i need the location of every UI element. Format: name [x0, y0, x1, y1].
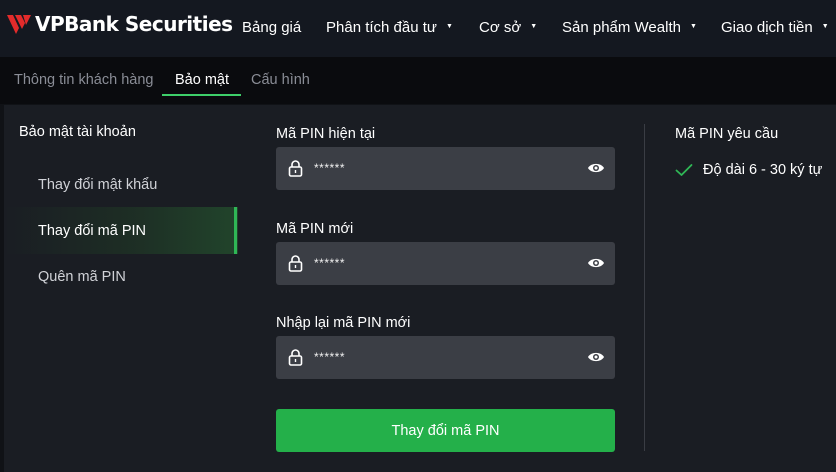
eye-icon[interactable]: [587, 350, 605, 364]
tab-thong-tin-khach-hang[interactable]: Thông tin khách hàng: [14, 72, 153, 88]
new-pin-label: Mã PIN mới: [276, 221, 354, 237]
change-pin-button[interactable]: Thay đổi mã PIN: [276, 409, 615, 452]
nav-label: Cơ sở: [479, 19, 522, 36]
top-navbar: VPBank Securities Bảng giá Phân tích đầu…: [0, 0, 836, 57]
nav-giao-dich-tien[interactable]: Giao dịch tiền ▼: [721, 19, 829, 36]
eye-icon[interactable]: [587, 161, 605, 175]
lock-icon: [288, 160, 303, 177]
sidebar-item-quen-ma-pin[interactable]: Quên mã PIN: [38, 269, 126, 285]
sidebar-active-indicator: [234, 207, 237, 254]
account-tabs: Thông tin khách hàng Bảo mật Cấu hình: [0, 57, 836, 104]
lock-icon: [288, 349, 303, 366]
pin-requirements-title: Mã PIN yêu cầu: [675, 126, 779, 142]
nav-label: Giao dịch tiền: [721, 19, 813, 36]
nav-label: Phân tích đầu tư: [326, 19, 437, 36]
pin-masked-value: ******: [314, 350, 346, 364]
current-pin-input[interactable]: ******: [276, 147, 615, 190]
tab-cau-hinh[interactable]: Cấu hình: [251, 72, 310, 88]
nav-label: Sản phẩm Wealth: [562, 19, 681, 36]
new-pin-input[interactable]: ******: [276, 242, 615, 285]
pin-masked-value: ******: [314, 161, 346, 175]
current-pin-label: Mã PIN hiện tại: [276, 126, 376, 142]
nav-phan-tich-dau-tu[interactable]: Phân tích đầu tư ▼: [326, 19, 453, 36]
sidebar-title: Bảo mật tài khoản: [19, 124, 136, 140]
caret-down-icon: ▼: [821, 23, 829, 30]
sidebar-item-thay-doi-mat-khau[interactable]: Thay đổi mật khẩu: [38, 177, 157, 193]
column-divider: [644, 124, 645, 451]
vpbank-logo-icon: [7, 15, 31, 34]
brand-name: VPBank Securities: [35, 12, 233, 36]
nav-co-so[interactable]: Cơ sở ▼: [479, 19, 537, 36]
caret-down-icon: ▼: [530, 23, 538, 30]
confirm-pin-input[interactable]: ******: [276, 336, 615, 379]
tab-bao-mat[interactable]: Bảo mật: [175, 72, 229, 88]
nav-san-pham-wealth[interactable]: Sản phẩm Wealth ▼: [562, 19, 697, 36]
confirm-pin-label: Nhập lại mã PIN mới: [276, 315, 411, 331]
caret-down-icon: ▼: [445, 23, 453, 30]
nav-label: Bảng giá: [242, 19, 302, 36]
brand-logo[interactable]: VPBank Securities: [6, 12, 233, 36]
eye-icon[interactable]: [587, 256, 605, 270]
lock-icon: [288, 255, 303, 272]
check-icon: [675, 164, 693, 176]
caret-down-icon: ▼: [689, 23, 697, 30]
requirement-length: Độ dài 6 - 30 ký tự: [675, 162, 822, 178]
requirement-label: Độ dài 6 - 30 ký tự: [703, 162, 823, 178]
nav-bang-gia[interactable]: Bảng giá: [242, 19, 301, 36]
active-tab-indicator: [162, 94, 241, 96]
pin-masked-value: ******: [314, 256, 346, 270]
sidebar-item-thay-doi-ma-pin[interactable]: Thay đổi mã PIN: [38, 223, 146, 239]
